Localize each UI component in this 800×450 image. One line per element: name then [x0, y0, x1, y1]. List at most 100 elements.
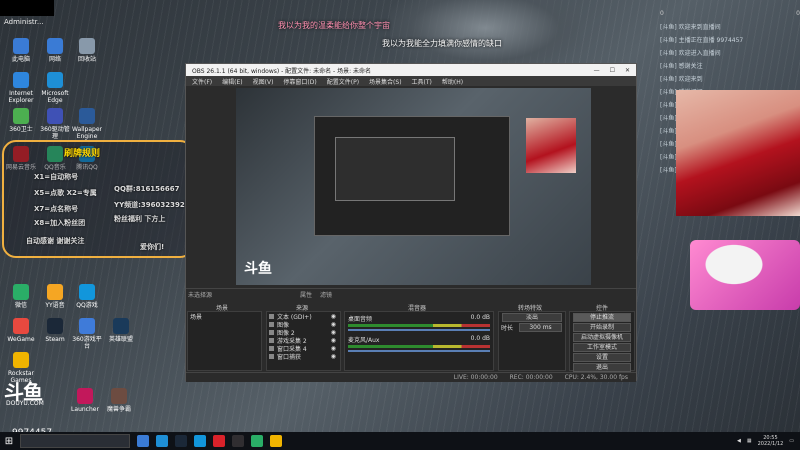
- window-controls: — ☐ ✕: [594, 67, 630, 74]
- sticker-line: 自动感谢 谢谢关注: [26, 237, 85, 245]
- app-icon: [77, 388, 93, 404]
- minimize-icon[interactable]: —: [594, 67, 600, 74]
- menu-item[interactable]: 停靠窗口(D): [283, 77, 316, 86]
- wechat-icon[interactable]: [251, 435, 263, 447]
- desktop-icon[interactable]: 回收站: [70, 38, 104, 63]
- obs-icon[interactable]: [232, 435, 244, 447]
- control-button[interactable]: 启动虚拟摄像机: [573, 333, 631, 342]
- visibility-icon[interactable]: ◉: [331, 329, 336, 336]
- visibility-icon[interactable]: ◉: [331, 313, 336, 320]
- desktop-icon[interactable]: Internet Explorer: [4, 72, 38, 104]
- desktop-icon[interactable]: YY语音: [38, 284, 72, 309]
- control-button[interactable]: 设置: [573, 353, 631, 362]
- source-type-icon: [269, 313, 274, 319]
- maximize-icon[interactable]: ☐: [610, 67, 615, 74]
- desktop-icon[interactable]: Wallpaper Engine: [70, 108, 104, 140]
- menu-item[interactable]: 视图(V): [253, 77, 274, 86]
- source-type-icon: [269, 329, 274, 335]
- transitions-dock: 淡出 时长 300 ms: [498, 311, 566, 371]
- chat-count-right: 0: [796, 10, 800, 17]
- desktop-icon[interactable]: 此电脑: [4, 38, 38, 63]
- sticker-line: 爱你们!: [140, 243, 165, 251]
- taskbar-search[interactable]: [20, 434, 130, 448]
- menu-item[interactable]: 配置文件(P): [327, 77, 359, 86]
- properties-button[interactable]: 属性: [300, 290, 312, 299]
- app-icon: [47, 38, 63, 54]
- audio-meter: [348, 324, 490, 327]
- sticker-line: X1=自动称号: [34, 173, 79, 181]
- source-type-icon: [269, 345, 274, 351]
- close-icon[interactable]: ✕: [625, 67, 630, 74]
- qq-icon[interactable]: [194, 435, 206, 447]
- obs-preview[interactable]: 斗鱼: [236, 88, 591, 285]
- app-icon: [47, 72, 63, 88]
- desktop-icon[interactable]: 微信: [4, 284, 38, 309]
- desktop-icon-label: WeGame: [7, 336, 35, 343]
- windows-start-icon[interactable]: ⊞: [0, 432, 18, 450]
- menu-item[interactable]: 工具(T): [412, 77, 432, 86]
- obs-titlebar[interactable]: OBS 26.1.1 (64 bit, windows) - 配置文件: 未命名…: [186, 64, 636, 76]
- visibility-icon[interactable]: ◉: [331, 353, 336, 360]
- source-item[interactable]: 窗口捕获 ◉: [267, 352, 340, 361]
- visibility-icon[interactable]: ◉: [331, 321, 336, 328]
- desktop-icon[interactable]: 360驱动管理: [38, 108, 72, 140]
- control-button[interactable]: 退出: [573, 363, 631, 372]
- control-button[interactable]: 停止推流: [573, 313, 631, 322]
- visibility-icon[interactable]: ◉: [331, 345, 336, 352]
- mixer-dock: 桌面音频 0.0 dB 麦克风/Aux 0.0 dB: [344, 311, 494, 371]
- desktop-icon[interactable]: Steam: [38, 318, 72, 343]
- desktop-icon-label: YY语音: [45, 302, 65, 309]
- desktop-icon[interactable]: 360卫士: [4, 108, 38, 133]
- preview-photo: [526, 118, 576, 173]
- context-bar: 未选择源 属性 滤镜: [188, 289, 638, 299]
- task-view-icon[interactable]: [137, 435, 149, 447]
- clock[interactable]: 20:55 2022/1/12: [758, 435, 784, 447]
- steam-icon[interactable]: [175, 435, 187, 447]
- menu-item[interactable]: 场景集合(S): [369, 77, 402, 86]
- streamer-photo: [676, 90, 800, 216]
- desktop-icon[interactable]: 360游戏平台: [70, 318, 104, 350]
- menu-item[interactable]: 文件(F): [192, 77, 212, 86]
- volume-slider[interactable]: [348, 329, 490, 331]
- volume-icon[interactable]: ◀: [737, 438, 741, 444]
- anime-sticker: [690, 240, 800, 310]
- desktop-icon[interactable]: Launcher: [68, 388, 102, 413]
- duration-input[interactable]: 300 ms: [519, 322, 562, 332]
- control-button[interactable]: 工作室模式: [573, 343, 631, 352]
- sticker-line: YY频道:3960323921: [114, 201, 190, 209]
- app-icon: [13, 284, 29, 300]
- app-icon: [79, 108, 95, 124]
- desktop-icon[interactable]: WeGame: [4, 318, 38, 343]
- volume-slider[interactable]: [348, 350, 490, 352]
- desktop-icon[interactable]: Microsoft Edge: [38, 72, 72, 104]
- desktop-icon[interactable]: 网络: [38, 38, 72, 63]
- edge-icon[interactable]: [156, 435, 168, 447]
- user-label: Administr...: [4, 18, 44, 26]
- system-tray: ◀ ▦ 20:55 2022/1/12 ▭: [737, 435, 800, 447]
- notification-icon[interactable]: ▭: [789, 438, 794, 444]
- desktop-icon-label: 360卫士: [9, 126, 33, 133]
- scene-item-label: 场景: [190, 313, 203, 321]
- network-icon[interactable]: ▦: [747, 438, 752, 444]
- cpu-status: CPU: 2.4%, 30.00 fps: [564, 374, 628, 381]
- desktop-icon-label: Steam: [45, 336, 65, 343]
- audio-meter: [348, 345, 490, 348]
- preview-logo: 斗鱼: [244, 261, 272, 277]
- mixer-channel: 麦克风/Aux 0.0 dB: [345, 333, 493, 354]
- transition-select[interactable]: 淡出: [502, 313, 562, 322]
- obs-window[interactable]: OBS 26.1.1 (64 bit, windows) - 配置文件: 未命名…: [185, 63, 638, 382]
- visibility-icon[interactable]: ◉: [331, 337, 336, 344]
- desktop-icon[interactable]: 魔兽争霸: [102, 388, 136, 413]
- netease-music-icon[interactable]: [213, 435, 225, 447]
- menu-item[interactable]: 编辑(E): [222, 77, 242, 86]
- desktop-icon-label: 微信: [14, 302, 27, 309]
- scene-item[interactable]: 场景: [188, 312, 261, 321]
- menu-item[interactable]: 帮助(H): [442, 77, 463, 86]
- folder-icon[interactable]: [270, 435, 282, 447]
- sticker-line: X7=点名称号: [34, 205, 79, 213]
- filters-button[interactable]: 滤镜: [320, 290, 332, 299]
- control-button[interactable]: 开始录制: [573, 323, 631, 332]
- desktop-icon[interactable]: QQ游戏: [70, 284, 104, 309]
- channel-db: 0.0 dB: [470, 314, 490, 321]
- desktop-icon[interactable]: 英雄联盟: [104, 318, 138, 343]
